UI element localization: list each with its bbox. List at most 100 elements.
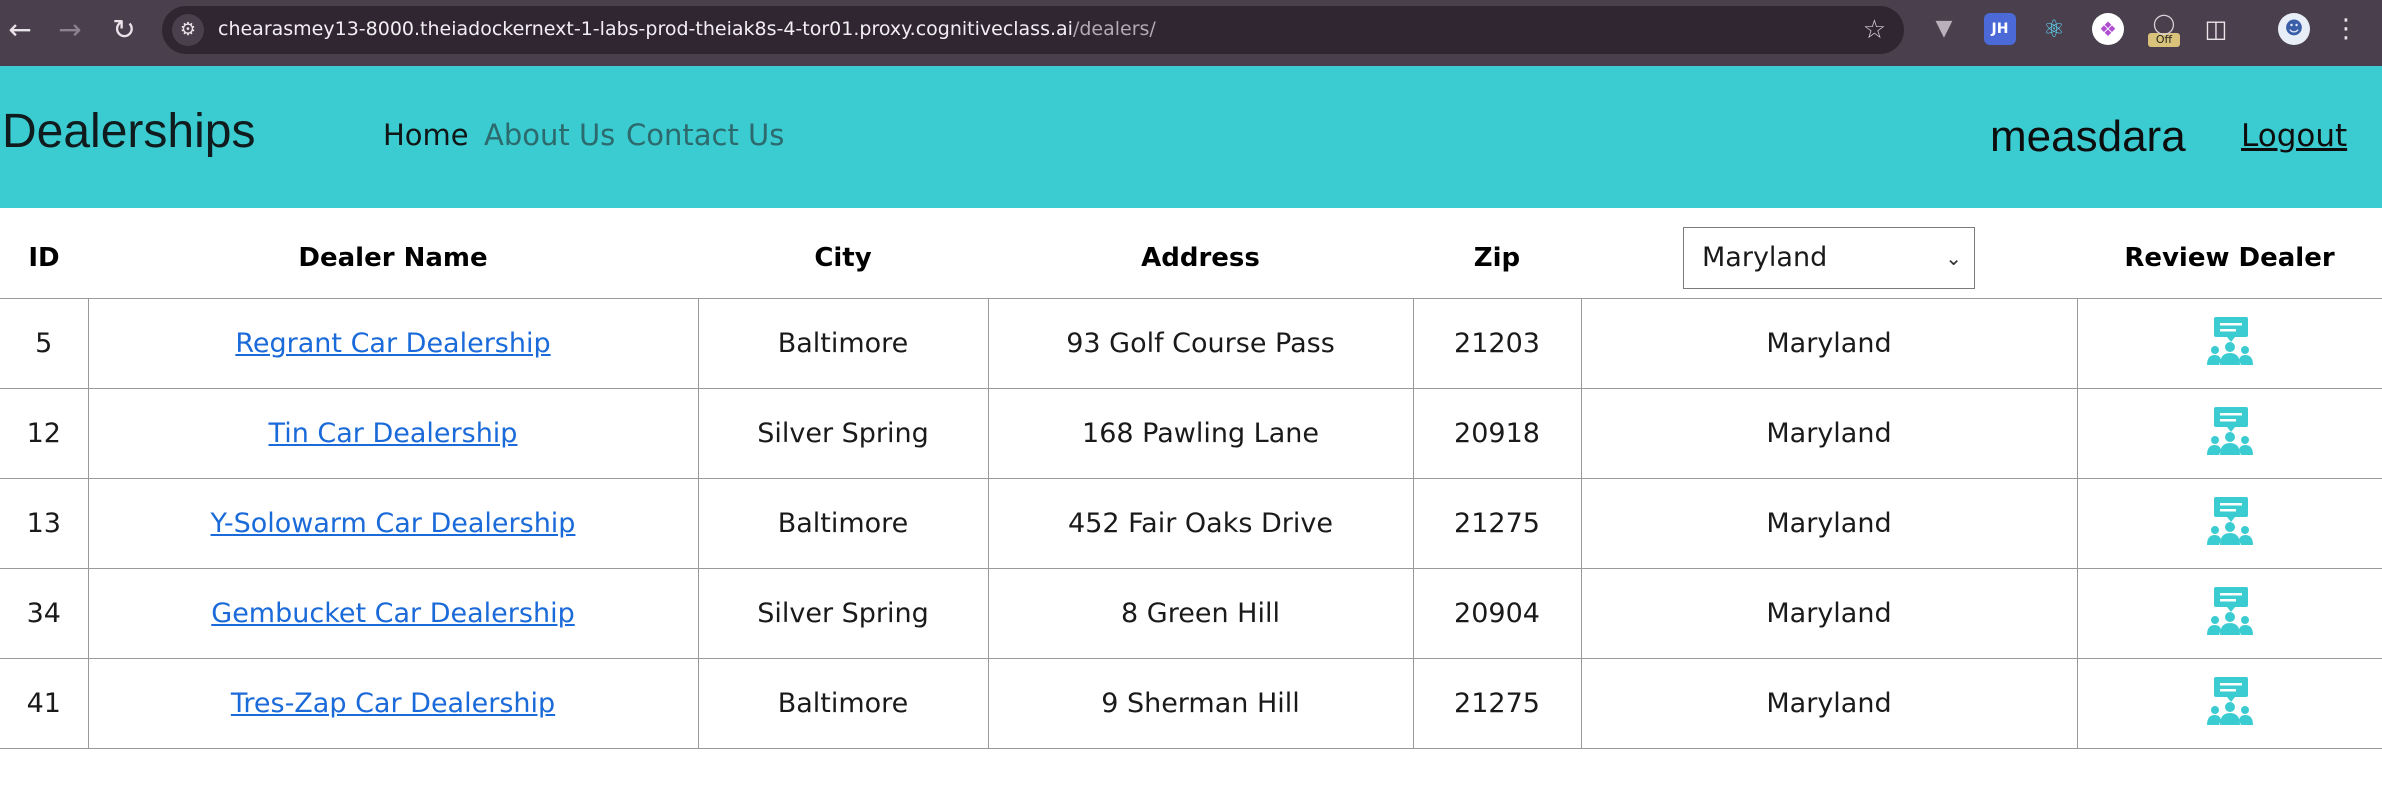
nav-home-link[interactable]: Home xyxy=(383,118,469,152)
cell-review xyxy=(2077,568,2382,659)
dealer-address: 168 Pawling Lane xyxy=(1082,418,1319,449)
table-row: 34 Gembucket Car Dealership Silver Sprin… xyxy=(0,568,2382,659)
dealer-city: Baltimore xyxy=(777,508,909,539)
dealer-zip: 21203 xyxy=(1454,328,1540,359)
nav-about-link[interactable]: About Us xyxy=(484,118,615,152)
dealer-name-link[interactable]: Tres-Zap Car Dealership xyxy=(231,688,555,719)
review-dealer-icon[interactable] xyxy=(2205,585,2255,635)
column-header-zip: Zip xyxy=(1413,218,1581,299)
vue-devtools-icon[interactable]: ▼ xyxy=(1928,13,1960,45)
reload-icon[interactable]: ↻ xyxy=(106,12,142,48)
state-filter-cell: Maryland ⌄ xyxy=(1581,218,2077,299)
logout-link[interactable]: Logout xyxy=(2241,118,2347,154)
cell-dealer-name: Regrant Car Dealership xyxy=(88,298,699,389)
dealer-city: Silver Spring xyxy=(757,598,929,629)
dealer-state: Maryland xyxy=(1766,688,1892,719)
cell-zip: 21275 xyxy=(1413,658,1582,749)
cell-state: Maryland xyxy=(1581,658,2078,749)
cell-review xyxy=(2077,298,2382,389)
dealer-address: 93 Golf Course Pass xyxy=(1066,328,1335,359)
cell-review xyxy=(2077,478,2382,569)
cell-city: Silver Spring xyxy=(698,388,989,479)
puzzle-icon[interactable]: ◫ xyxy=(2200,13,2232,45)
dealer-id: 13 xyxy=(26,508,61,539)
url-host: chearasmey13-8000.theiadockernext-1-labs… xyxy=(218,18,1073,40)
dealers-table: ID Dealer Name City Address Zip Maryland… xyxy=(0,218,2382,749)
cell-dealer-name: Tin Car Dealership xyxy=(88,388,699,479)
cell-dealer-name: Y-Solowarm Car Dealership xyxy=(88,478,699,569)
column-header-review-dealer: Review Dealer xyxy=(2077,218,2382,299)
off-extension-icon[interactable]: ◯ Off xyxy=(2148,13,2180,47)
dealer-name-link[interactable]: Gembucket Car Dealership xyxy=(211,598,574,629)
dealer-id: 34 xyxy=(26,598,61,629)
kebab-menu-icon[interactable]: ⋮ xyxy=(2330,13,2362,45)
dealer-name-link[interactable]: Regrant Car Dealership xyxy=(235,328,550,359)
dealer-city: Baltimore xyxy=(777,328,909,359)
dealer-address: 9 Sherman Hill xyxy=(1101,688,1300,719)
cell-zip: 21275 xyxy=(1413,478,1582,569)
cell-review xyxy=(2077,658,2382,749)
nav-contact-link[interactable]: Contact Us xyxy=(626,118,784,152)
dealer-id: 41 xyxy=(26,688,61,719)
react-devtools-icon[interactable]: ⚛ xyxy=(2038,13,2070,45)
dealer-state: Maryland xyxy=(1766,508,1892,539)
dealer-city: Silver Spring xyxy=(757,418,929,449)
table-header-row: ID Dealer Name City Address Zip Maryland… xyxy=(0,218,2382,299)
review-dealer-icon[interactable] xyxy=(2205,405,2255,455)
brain-extension-icon[interactable]: ❖ xyxy=(2092,13,2124,45)
cell-review xyxy=(2077,388,2382,479)
dealer-name-link[interactable]: Tin Car Dealership xyxy=(269,418,518,449)
bookmark-star-icon[interactable]: ☆ xyxy=(1863,14,1886,46)
forward-arrow-icon[interactable]: → xyxy=(52,12,88,48)
chevron-down-icon: ⌄ xyxy=(1945,246,1962,270)
cell-state: Maryland xyxy=(1581,298,2078,389)
dealer-state: Maryland xyxy=(1766,328,1892,359)
dealer-zip: 21275 xyxy=(1454,688,1540,719)
column-header-dealer-name: Dealer Name xyxy=(88,218,698,299)
column-header-id: ID xyxy=(0,218,88,299)
dealer-zip: 20904 xyxy=(1454,598,1540,629)
cell-city: Baltimore xyxy=(698,478,989,569)
state-filter-select[interactable]: Maryland ⌄ xyxy=(1683,227,1975,289)
cell-id: 12 xyxy=(0,388,89,479)
dealer-zip: 21275 xyxy=(1454,508,1540,539)
dealers-table-container: ID Dealer Name City Address Zip Maryland… xyxy=(0,218,2382,749)
url-path: /dealers/ xyxy=(1072,18,1156,40)
cell-zip: 21203 xyxy=(1413,298,1582,389)
cell-dealer-name: Gembucket Car Dealership xyxy=(88,568,699,659)
cell-city: Baltimore xyxy=(698,298,989,389)
cell-id: 34 xyxy=(0,568,89,659)
address-bar[interactable]: ⚙ chearasmey13-8000.theiadockernext-1-la… xyxy=(162,6,1904,54)
dealer-id: 12 xyxy=(26,418,61,449)
review-dealer-icon[interactable] xyxy=(2205,675,2255,725)
table-row: 41 Tres-Zap Car Dealership Baltimore 9 S… xyxy=(0,658,2382,749)
state-filter-value: Maryland xyxy=(1702,242,1828,273)
cell-zip: 20918 xyxy=(1413,388,1582,479)
url-text[interactable]: chearasmey13-8000.theiadockernext-1-labs… xyxy=(218,18,1156,40)
dealer-state: Maryland xyxy=(1766,598,1892,629)
table-row: 5 Regrant Car Dealership Baltimore 93 Go… xyxy=(0,298,2382,389)
site-info-icon[interactable]: ⚙ xyxy=(172,14,204,46)
app-header: Dealerships Home About Us Contact Us mea… xyxy=(0,66,2382,208)
review-dealer-icon[interactable] xyxy=(2205,315,2255,365)
dealer-name-link[interactable]: Y-Solowarm Car Dealership xyxy=(211,508,576,539)
cell-address: 93 Golf Course Pass xyxy=(988,298,1414,389)
back-arrow-icon[interactable]: ← xyxy=(2,12,38,48)
table-row: 12 Tin Car Dealership Silver Spring 168 … xyxy=(0,388,2382,479)
dealer-state: Maryland xyxy=(1766,418,1892,449)
profile-avatar-icon[interactable]: ☻ xyxy=(2278,13,2310,45)
cell-address: 8 Green Hill xyxy=(988,568,1414,659)
cell-dealer-name: Tres-Zap Car Dealership xyxy=(88,658,699,749)
cell-address: 452 Fair Oaks Drive xyxy=(988,478,1414,569)
jh-extension-icon[interactable]: JH xyxy=(1984,13,2016,45)
dealer-city: Baltimore xyxy=(777,688,909,719)
review-dealer-icon[interactable] xyxy=(2205,495,2255,545)
brand-title[interactable]: Dealerships xyxy=(2,104,255,159)
table-row: 13 Y-Solowarm Car Dealership Baltimore 4… xyxy=(0,478,2382,569)
cell-city: Baltimore xyxy=(698,658,989,749)
cell-id: 41 xyxy=(0,658,89,749)
browser-toolbar: ← → ↻ ⚙ chearasmey13-8000.theiadockernex… xyxy=(0,0,2382,66)
username-label: measdara xyxy=(1990,112,2186,161)
column-header-city: City xyxy=(698,218,988,299)
dealer-address: 452 Fair Oaks Drive xyxy=(1068,508,1333,539)
